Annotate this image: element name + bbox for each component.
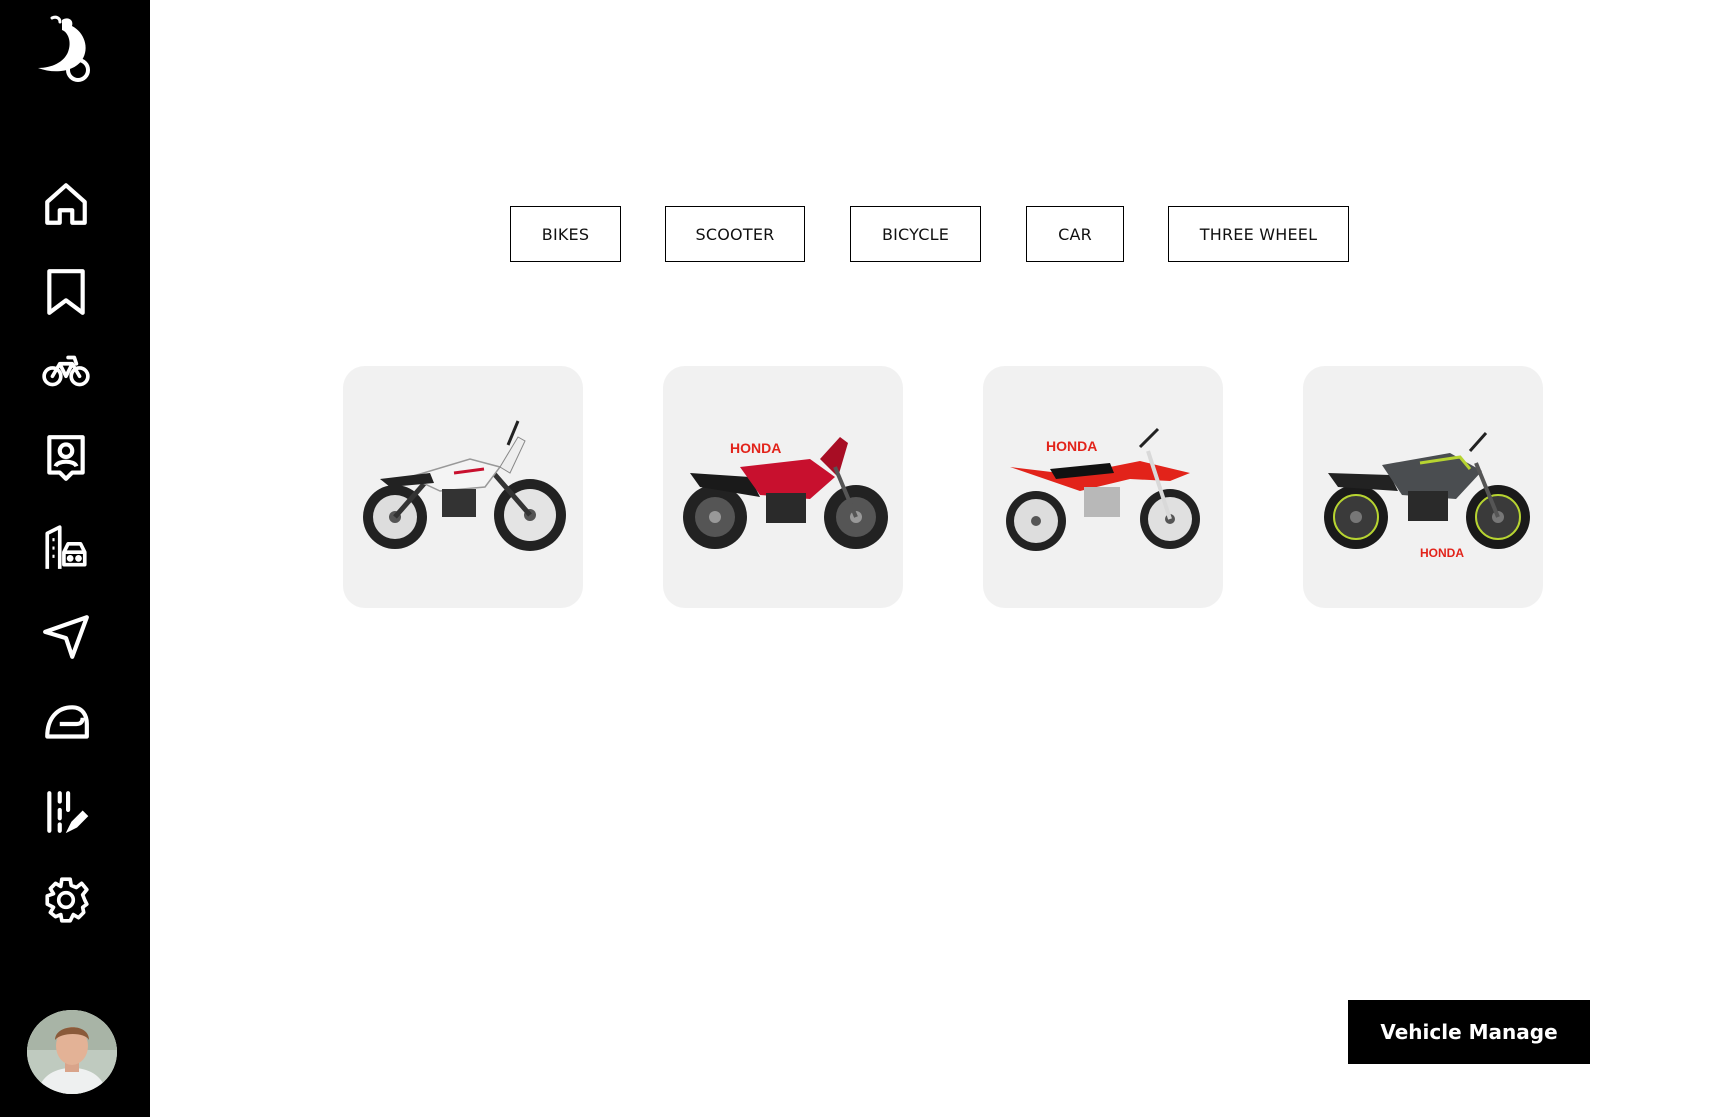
red-honda-dirt-bike-image: HONDA [1006,427,1200,551]
tab-bicycle[interactable]: BICYCLE [850,206,981,262]
nav-settings[interactable] [38,872,94,928]
nav-profile[interactable] [38,430,94,486]
sidebar [0,0,150,1117]
nav-edit-records[interactable] [38,784,94,840]
vehicle-card-3[interactable]: HONDA [983,366,1223,608]
white-adventure-motorcycle-image [363,420,566,551]
vehicle-card-4[interactable]: HONDA [1303,366,1543,608]
tab-scooter[interactable]: SCOOTER [665,206,805,262]
grey-honda-motorcycle-image: HONDA [1324,432,1530,560]
red-honda-motorcycle-image: HONDA [683,437,888,549]
nav-navigation[interactable] [38,608,94,664]
home-icon [45,183,87,225]
bookmark-icon [47,269,85,315]
tab-three-wheel[interactable]: THREE WHEEL [1168,206,1349,262]
helmet-icon [45,705,89,739]
edit-list-icon [47,791,89,834]
send-arrow-icon [43,615,89,659]
nav-bicycle[interactable] [38,342,94,398]
nav-dealership[interactable] [38,520,94,576]
tab-car[interactable]: CAR [1026,206,1124,262]
vehicle-3-brand: HONDA [1046,438,1097,454]
gear-icon [45,877,89,923]
user-avatar[interactable] [27,1010,117,1094]
vehicle-2-brand: HONDA [730,440,781,456]
vehicle-card-2[interactable]: HONDA [663,366,903,608]
building-car-icon [45,525,87,569]
contact-badge-icon [47,435,85,481]
vehicle-4-brand: HONDA [1420,546,1464,560]
bicycle-icon [42,355,90,387]
nav-bookmarks[interactable] [38,264,94,320]
nav-helmet[interactable] [38,696,94,752]
nav-home[interactable] [38,176,94,232]
vehicle-manage-button[interactable]: Vehicle Manage [1348,1000,1590,1064]
scooter-logo[interactable] [30,14,102,86]
tab-bikes[interactable]: BIKES [510,206,621,262]
vehicle-card-1[interactable] [343,366,583,608]
